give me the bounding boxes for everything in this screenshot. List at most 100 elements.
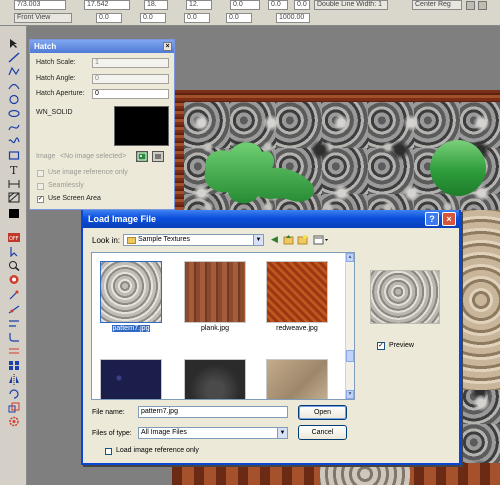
- file-thumbnail[interactable]: [266, 261, 328, 323]
- file-list-scrollbar[interactable]: ▲ ▼: [345, 253, 354, 399]
- zoom-icon[interactable]: [8, 260, 20, 272]
- help-button[interactable]: ?: [425, 212, 439, 226]
- image-value: <No image selected>: [60, 153, 127, 160]
- image-browse-icon[interactable]: [136, 151, 148, 162]
- hatch-pattern-name: WN_SOLID: [36, 109, 73, 116]
- extend-tool-icon[interactable]: [8, 318, 20, 329]
- file-thumbnail[interactable]: [184, 261, 246, 323]
- image-clear-icon[interactable]: [152, 151, 164, 162]
- pointer-select-icon[interactable]: [8, 246, 20, 258]
- toolbar-button-a[interactable]: [466, 1, 475, 10]
- view-select[interactable]: Front View: [14, 13, 72, 23]
- hatch-aperture-label: Hatch Aperture:: [36, 90, 85, 97]
- hatch-panel-title-text: Hatch: [34, 42, 57, 51]
- toolbar-field-3[interactable]: 18.: [144, 0, 168, 10]
- hatch-pattern-swatch[interactable]: [114, 106, 169, 146]
- file-item-label[interactable]: plank.jpg: [177, 325, 253, 332]
- svg-text:OFF: OFF: [9, 236, 19, 242]
- scroll-thumb[interactable]: [346, 350, 354, 362]
- snap-tool-icon[interactable]: [8, 274, 20, 285]
- seamlessly-checkbox[interactable]: [37, 183, 44, 190]
- array-tool-icon[interactable]: [8, 360, 20, 371]
- preview-checkbox[interactable]: ✓: [377, 342, 385, 350]
- hatch-panel-title: Hatch ×: [30, 40, 174, 53]
- circle-tool-icon[interactable]: [8, 94, 20, 105]
- hatch-scale-input[interactable]: 1: [92, 58, 169, 68]
- view-menu-icon[interactable]: [313, 234, 329, 245]
- chevron-down-icon[interactable]: ▼: [277, 428, 287, 438]
- file-thumbnail[interactable]: [100, 359, 162, 399]
- file-list[interactable]: pattern7.jpg plank.jpg redweave.jpg ▲ ▼: [91, 252, 355, 400]
- curve-tool-icon[interactable]: [8, 122, 20, 133]
- up-folder-icon[interactable]: [283, 234, 294, 245]
- trim-tool-icon[interactable]: [8, 304, 20, 315]
- toolbar-field-7[interactable]: 0.0: [294, 0, 310, 10]
- hatch-aperture-input[interactable]: 0: [92, 89, 169, 99]
- toolbar-field-r2-4[interactable]: 0.0: [226, 13, 252, 23]
- text-tool-icon[interactable]: T: [8, 164, 20, 177]
- toolbar-field-5[interactable]: 0.0: [230, 0, 260, 10]
- edit-node-icon[interactable]: [8, 290, 20, 301]
- file-type-select[interactable]: All Image Files ▼: [138, 427, 288, 439]
- offset-tool-icon[interactable]: [8, 346, 20, 357]
- scale-tool-icon[interactable]: [8, 402, 20, 413]
- arc-tool-icon[interactable]: [8, 80, 20, 91]
- bottom-stone-patch: [320, 463, 410, 485]
- off-toggle-icon[interactable]: OFF: [8, 232, 20, 243]
- chevron-down-icon[interactable]: ▼: [253, 235, 263, 245]
- line-width-select[interactable]: Double Line Width: 1: [314, 0, 388, 10]
- load-reference-checkbox[interactable]: [105, 448, 112, 455]
- rectangle-tool-icon[interactable]: [8, 150, 20, 161]
- dimension-tool-icon[interactable]: [8, 178, 20, 189]
- toolbar-field-4[interactable]: 12.: [186, 0, 212, 10]
- scroll-down-icon[interactable]: ▼: [346, 390, 354, 399]
- hatch-tool-icon[interactable]: [8, 192, 20, 203]
- ellipse-tool-icon[interactable]: [8, 108, 20, 119]
- fill-color-icon[interactable]: [8, 208, 20, 219]
- file-thumbnail[interactable]: [266, 359, 328, 399]
- polyline-tool-icon[interactable]: [8, 66, 20, 77]
- hatch-panel-close-button[interactable]: ×: [163, 42, 172, 51]
- file-name-input[interactable]: pattern7.jpg: [138, 406, 288, 418]
- close-button[interactable]: ×: [442, 212, 456, 226]
- toolbar-field-r2-2[interactable]: 0.0: [140, 13, 166, 23]
- toolbar-field-1[interactable]: 7/3.003: [14, 0, 66, 10]
- hatch-angle-input[interactable]: 0: [92, 74, 169, 84]
- back-arrow-icon[interactable]: ◀: [269, 234, 280, 245]
- use-screen-area-checkbox[interactable]: ✓: [37, 196, 44, 203]
- green-gradient-circle[interactable]: [430, 140, 486, 196]
- spline-tool-icon[interactable]: [8, 136, 20, 147]
- select-arrow-icon[interactable]: [8, 38, 20, 49]
- register-select[interactable]: Center Reg: [412, 0, 462, 10]
- toolbar-field-r2-3[interactable]: 0.0: [184, 13, 210, 23]
- use-screen-area-label: Use Screen Area: [48, 195, 101, 202]
- line-tool-icon[interactable]: [8, 52, 20, 63]
- file-type-value: All Image Files: [141, 429, 187, 436]
- rotate-tool-icon[interactable]: [8, 388, 20, 399]
- image-preview: [370, 270, 440, 324]
- toolbar-field-2[interactable]: 17.542: [84, 0, 130, 10]
- file-item-label[interactable]: redweave.jpg: [259, 325, 335, 332]
- rock-texture-hatch[interactable]: [462, 210, 500, 390]
- use-image-reference-checkbox[interactable]: [37, 170, 44, 177]
- cancel-button[interactable]: Cancel: [298, 425, 347, 440]
- open-button[interactable]: Open: [298, 405, 347, 420]
- toolbar-row-1: 7/3.003 17.542 18. 12. 0.0 0.0 0.0 Doubl…: [0, 0, 500, 12]
- hatch-scale-label: Hatch Scale:: [36, 59, 76, 66]
- file-item-label[interactable]: pattern7.jpg: [93, 325, 169, 332]
- file-thumbnail[interactable]: [100, 261, 162, 323]
- hatch-angle-label: Hatch Angle:: [36, 75, 76, 82]
- look-in-select[interactable]: Sample Textures ▼: [123, 234, 264, 246]
- toolbar-button-b[interactable]: [478, 1, 487, 10]
- toolbar-field-r2-5[interactable]: 1000.00: [276, 13, 310, 23]
- load-image-dialog: Load Image File ? × Look in: Sample Text…: [81, 210, 461, 465]
- fillet-tool-icon[interactable]: [8, 332, 20, 343]
- mirror-tool-icon[interactable]: [8, 374, 20, 385]
- settings-gear-icon[interactable]: [8, 416, 20, 427]
- new-folder-icon[interactable]: [297, 234, 308, 245]
- file-thumbnail[interactable]: [184, 359, 246, 399]
- scroll-up-icon[interactable]: ▲: [346, 253, 354, 262]
- green-gradient-shape[interactable]: [200, 138, 322, 210]
- toolbar-field-6[interactable]: 0.0: [268, 0, 288, 10]
- toolbar-field-r2-1[interactable]: 0.0: [96, 13, 122, 23]
